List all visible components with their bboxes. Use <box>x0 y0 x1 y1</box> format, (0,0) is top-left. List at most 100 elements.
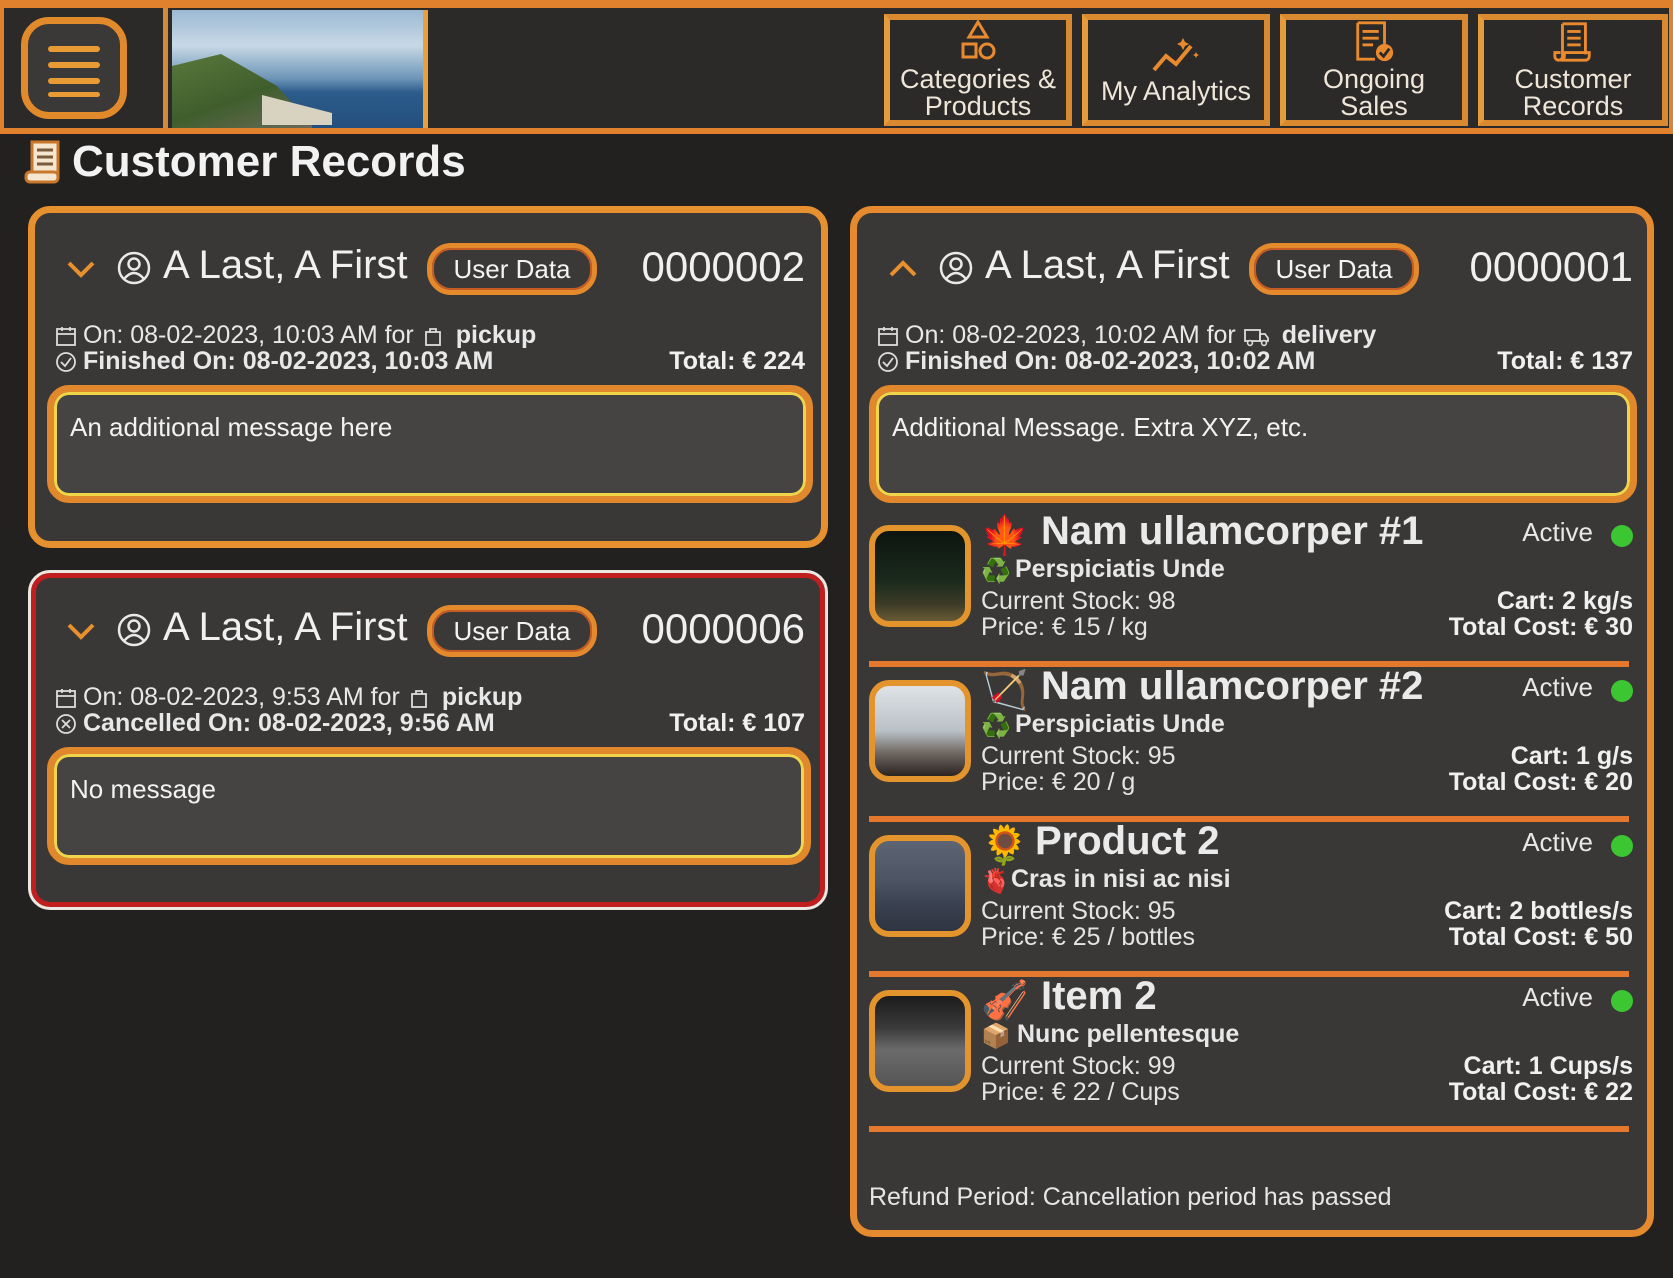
nav-label: Customer Records <box>1514 64 1632 121</box>
order-message: No message <box>47 747 811 865</box>
product-price: Price: € 22 / Cups <box>981 1078 1180 1106</box>
calendar-icon <box>878 326 898 346</box>
nav-my-analytics[interactable]: My Analytics <box>1082 14 1270 126</box>
receipt-check-icon <box>1356 21 1394 62</box>
order-date: On: 08-02-2023, 10:03 AM for <box>83 321 414 349</box>
product-status: Active <box>1522 827 1593 857</box>
product-item[interactable]: 🍁 Nam ullamcorper #1 ♻️ Perspiciatis Und… <box>869 509 1641 673</box>
product-price: Price: € 15 / kg <box>981 613 1148 641</box>
user-icon <box>939 251 973 285</box>
product-cart: Cart: 1 Cups/s <box>1463 1052 1633 1080</box>
order-total: Total: € 224 <box>669 347 805 375</box>
product-cart: Cart: 2 bottles/s <box>1444 897 1633 925</box>
status-dot <box>1611 990 1633 1012</box>
product-status: Active <box>1522 982 1593 1012</box>
product-total-cost: Total Cost: € 30 <box>1448 613 1633 641</box>
chevron-up-icon[interactable] <box>887 253 919 285</box>
customer-name: A Last, A First <box>985 243 1230 287</box>
finished-on: Finished On: 08-02-2023, 10:02 AM <box>905 347 1316 375</box>
delivery-method: pickup <box>441 683 523 711</box>
product-cart: Cart: 1 g/s <box>1510 742 1633 770</box>
order-date-line: On: 08-02-2023, 10:02 AM for delivery <box>877 321 1376 350</box>
order-date: On: 08-02-2023, 9:53 AM for <box>83 683 400 711</box>
nav-label: Ongoing Sales <box>1322 64 1426 121</box>
order-status-line: Finished On: 08-02-2023, 10:03 AM <box>55 347 493 376</box>
product-status: Active <box>1522 672 1593 702</box>
order-message: An additional message here <box>47 385 813 503</box>
page-title: Customer Records <box>72 137 466 186</box>
order-id: 0000006 <box>641 605 805 652</box>
product-item[interactable]: 🌻 Product 2 🫀 Cras in nisi ac nisi Curre… <box>869 819 1641 983</box>
hamburger-line <box>48 62 100 68</box>
bow-arrow-icon: 🏹 <box>981 668 1029 712</box>
divider <box>869 1126 1629 1132</box>
product-item[interactable]: 🏹 Nam ullamcorper #2 ♻️ Perspiciatis Und… <box>869 664 1641 828</box>
maple-leaf-icon: 🍁 <box>981 513 1029 557</box>
status-dot <box>1611 835 1633 857</box>
sunflower-icon: 🌻 <box>981 823 1029 867</box>
product-stock: Current Stock: 99 <box>981 1052 1176 1080</box>
order-message: Additional Message. Extra XYZ, etc. <box>869 385 1637 503</box>
user-data-button[interactable]: User Data <box>427 243 597 295</box>
product-stock: Current Stock: 98 <box>981 587 1176 615</box>
product-price: Price: € 25 / bottles <box>981 923 1196 951</box>
product-category: Perspiciatis Unde <box>1015 710 1225 738</box>
product-name: Item 2 <box>1041 974 1157 1018</box>
nav-categories-products[interactable]: Categories & Products <box>884 14 1072 126</box>
divider <box>869 816 1629 822</box>
user-data-button[interactable]: User Data <box>427 605 597 657</box>
truck-icon <box>1243 328 1269 346</box>
order-card: A Last, A First User Data 0000002 On: 08… <box>28 206 828 548</box>
order-id: 0000001 <box>1469 243 1633 290</box>
hamburger-icon <box>48 46 100 52</box>
user-icon <box>117 251 151 285</box>
bag-icon <box>410 689 427 708</box>
order-date-line: On: 08-02-2023, 10:03 AM for pickup <box>55 321 536 350</box>
product-thumbnail <box>869 525 971 627</box>
order-id: 0000002 <box>641 243 805 290</box>
nav-label: Categories & Products <box>899 64 1057 121</box>
nav-ongoing-sales[interactable]: Ongoing Sales <box>1280 14 1468 126</box>
product-status: Active <box>1522 517 1593 547</box>
customer-name: A Last, A First <box>163 243 408 287</box>
order-card-cancelled: A Last, A First User Data 0000006 On: 08… <box>28 570 828 910</box>
product-category: Perspiciatis Unde <box>1015 555 1225 583</box>
calendar-icon <box>56 326 76 346</box>
product-thumbnail <box>869 680 971 782</box>
product-total-cost: Total Cost: € 50 <box>1448 923 1633 951</box>
user-icon <box>117 613 151 647</box>
violin-icon: 🎻 <box>981 978 1029 1022</box>
finished-on: Finished On: 08-02-2023, 10:03 AM <box>83 347 494 375</box>
order-card-expanded: A Last, A First User Data 0000001 On: 08… <box>850 206 1654 1237</box>
order-total: Total: € 107 <box>669 709 805 737</box>
top-bar: Categories & Products My Analytics Ongoi… <box>0 0 1673 134</box>
heart-organ-icon: 🫀 <box>981 867 1011 895</box>
chevron-down-icon[interactable] <box>65 253 97 285</box>
nav-customer-records[interactable]: Customer Records <box>1478 14 1668 126</box>
product-name: Nam ullamcorper #2 <box>1041 664 1424 708</box>
product-thumbnail <box>869 835 971 937</box>
shapes-icon <box>961 20 996 60</box>
check-circle-icon <box>878 351 898 372</box>
hamburger-menu-button[interactable] <box>21 17 127 119</box>
user-data-button[interactable]: User Data <box>1249 243 1419 295</box>
scroll-icon <box>1553 22 1591 62</box>
x-circle-icon <box>56 713 76 734</box>
product-item[interactable]: 🎻 Item 2 📦 Nunc pellentesque Current Sto… <box>869 974 1641 1138</box>
product-stock: Current Stock: 95 <box>981 742 1176 770</box>
delivery-method: pickup <box>455 321 537 349</box>
chevron-down-icon[interactable] <box>65 615 97 647</box>
product-total-cost: Total Cost: € 20 <box>1448 768 1633 796</box>
order-date-line: On: 08-02-2023, 9:53 AM for pickup <box>55 683 522 712</box>
bag-icon <box>424 327 441 346</box>
page-title-row: Customer Records <box>22 136 466 188</box>
status-dot <box>1611 525 1633 547</box>
divider <box>869 971 1629 977</box>
product-cart: Cart: 2 kg/s <box>1496 587 1633 615</box>
product-name: Product 2 <box>1035 819 1220 863</box>
product-stock: Current Stock: 95 <box>981 897 1176 925</box>
hamburger-line <box>48 92 100 97</box>
logo-image[interactable] <box>172 10 428 128</box>
scroll-icon <box>24 140 60 184</box>
product-total-cost: Total Cost: € 22 <box>1448 1078 1633 1106</box>
